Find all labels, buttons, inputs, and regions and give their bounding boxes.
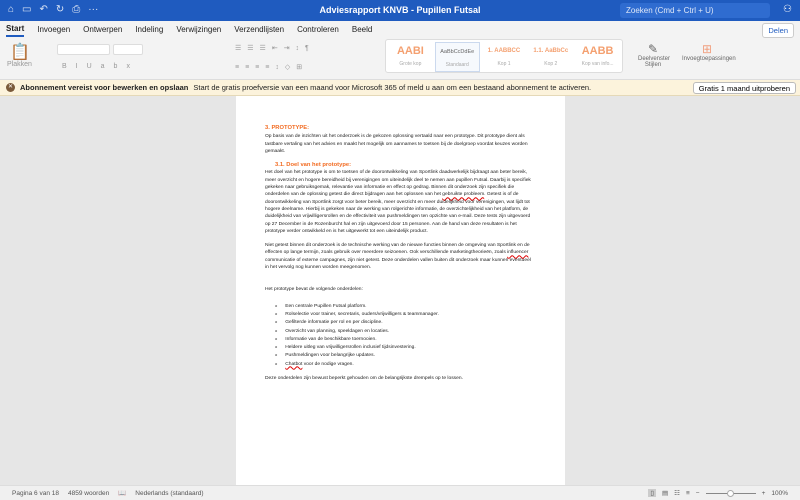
tab-ontwerpen[interactable]: Ontwerpen <box>83 23 122 36</box>
format-buttons[interactable]: BIUabx <box>62 63 139 70</box>
print-layout-icon[interactable]: ▯ <box>648 489 656 497</box>
account-icon[interactable]: ⚇ <box>783 4 792 15</box>
status-bar: Pagina 6 van 18 4859 woorden 📖 Nederland… <box>0 485 800 500</box>
tab-controleren[interactable]: Controleren <box>297 23 339 36</box>
paragraph: Niet getest binnen dit onderzoek is de t… <box>265 243 531 271</box>
tab-start[interactable]: Start <box>6 22 25 37</box>
trial-button[interactable]: Gratis 1 maand uitproberen <box>692 82 796 94</box>
list-item: Pushmeldingen voor belangrijke updates. <box>275 351 536 359</box>
paragraph: Op basis van de inzichten uit het onderz… <box>265 134 528 154</box>
list-item: Heldere uitleg van vrijwilligersrollen i… <box>275 343 536 351</box>
paragraph: Het prototype bevat de volgende onderdel… <box>265 287 363 293</box>
paragraph: Deze onderdelen zijn bewust beperkt geho… <box>265 376 463 382</box>
proofing-icon[interactable]: 📖 <box>118 489 126 497</box>
zoom-slider[interactable] <box>705 489 756 497</box>
title-bar: ⌂ ▭ ↶ ↻ ⎙ ··· Adviesrapport KNVB - Pupillen F… <box>0 0 800 21</box>
paste-icon[interactable]: 📋 <box>10 42 30 62</box>
list-item: Rolselectie voor trainer, secretaris, ou… <box>275 310 536 318</box>
page-count[interactable]: Pagina 6 van 18 <box>12 490 59 497</box>
paste-label: Plakken <box>7 61 32 68</box>
search-input[interactable]: Zoeken (Cmd + Ctrl + U) <box>620 3 770 18</box>
list-item: Informatie van de beschikbare toernooien… <box>275 335 536 343</box>
tab-verwijzingen[interactable]: Verwijzingen <box>176 23 221 36</box>
zoom-slider-thumb[interactable] <box>726 489 734 497</box>
list-item: Chatbot voor de nodige vragen. <box>275 360 536 368</box>
subscription-notice: ✕ Abonnement vereist voor bewerken en op… <box>0 80 800 96</box>
close-notice-icon[interactable]: ✕ <box>6 83 15 92</box>
notice-text: Start de gratis proefversie van een maan… <box>193 83 592 92</box>
styles-pane-button[interactable]: ✎ Deelvenster Stijlen <box>638 42 670 68</box>
style-kop-2[interactable]: 1.1. AaBbCc Kop 2 <box>528 42 573 72</box>
list-item: Een centrale Pupillen Futsal platform. <box>275 302 536 310</box>
zoom-out-button[interactable]: − <box>696 490 700 497</box>
word-count[interactable]: 4859 woorden <box>68 490 109 497</box>
list-item: Gefilterde informatie per rol en per dis… <box>275 318 536 326</box>
ribbon-tabs: Start Invoegen Ontwerpen Indeling Verwij… <box>0 21 800 38</box>
zoom-in-button[interactable]: + <box>762 490 766 497</box>
outline-icon[interactable]: ☷ <box>674 489 680 497</box>
component-list: Een centrale Pupillen Futsal platform. R… <box>275 302 536 368</box>
document-page[interactable]: 3. PROTOTYPE: Op basis van de inzichten … <box>236 96 565 485</box>
notice-title: Abonnement vereist voor bewerken en opsl… <box>20 83 189 92</box>
ribbon: 📋 Plakken BIUabx ☰☰☰⇤⇥↕¶ ≡≡≡≡↕◇⊞ AABI Gro… <box>0 38 800 80</box>
style-kop-van-inhoud[interactable]: AABB Kop van info... <box>575 42 620 72</box>
draft-icon[interactable]: ≡ <box>686 490 690 497</box>
addins-icon: ⊞ <box>701 42 713 56</box>
styles-gallery: AABI Grote kop AaBbCcDdEe Standaard 1. AAB… <box>385 39 623 73</box>
font-size-select[interactable] <box>113 44 143 55</box>
styles-pane-icon: ✎ <box>647 42 659 56</box>
style-standaard[interactable]: AaBbCcDdEe Standaard <box>434 42 480 72</box>
list-item: Overzicht van planning, speeldagen en lo… <box>275 327 536 335</box>
heading-prototype: 3. PROTOTYPE: <box>265 125 310 131</box>
focus-icon[interactable]: ▤ <box>662 489 668 497</box>
share-button[interactable]: Delen <box>762 23 794 38</box>
font-name-select[interactable] <box>57 44 110 55</box>
paragraph: Het doel van het prototype is om te toet… <box>265 170 531 234</box>
heading-doel: 3.1. Doel van het prototype: <box>275 162 352 169</box>
zoom-level: 100% <box>771 489 788 497</box>
tab-beeld[interactable]: Beeld <box>352 23 372 36</box>
style-grote-kop[interactable]: AABI Grote kop <box>388 42 433 72</box>
style-kop-1[interactable]: 1. AABBCC Kop 1 <box>482 42 527 72</box>
paragraph-buttons[interactable]: ☰☰☰⇤⇥↕¶ <box>235 44 315 52</box>
document-area[interactable]: 3. PROTOTYPE: Op basis van de inzichten … <box>0 96 800 485</box>
tab-indeling[interactable]: Indeling <box>135 23 163 36</box>
align-buttons[interactable]: ≡≡≡≡↕◇⊞ <box>235 63 308 71</box>
tab-invoegen[interactable]: Invoegen <box>37 23 70 36</box>
language[interactable]: Nederlands (standaard) <box>135 490 203 497</box>
addins-button[interactable]: ⊞ Invoegtoepassingen <box>682 42 736 62</box>
zoom-controls: ▯ ▤ ☷ ≡ − + 100% <box>648 489 788 497</box>
tab-verzendlijsten[interactable]: Verzendlijsten <box>234 23 284 36</box>
